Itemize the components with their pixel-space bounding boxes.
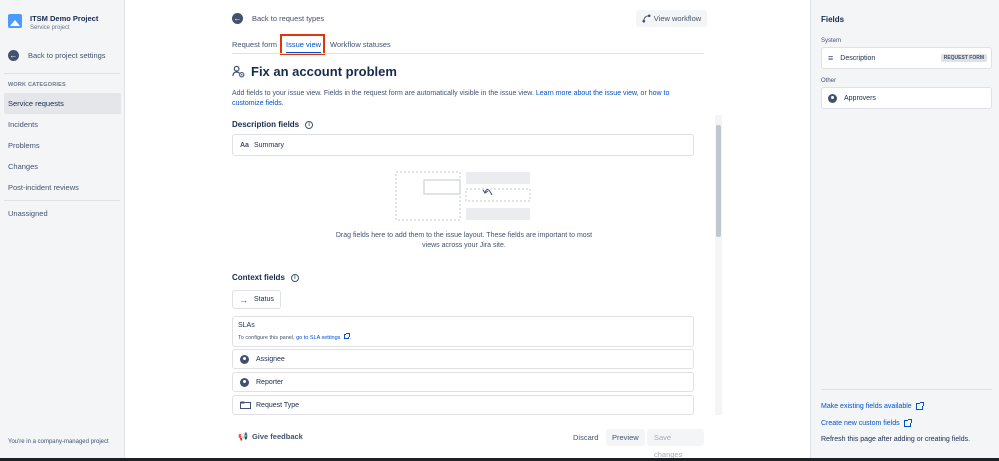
company-managed-note: You're in a company-managed project xyxy=(8,439,109,445)
description-text: Add fields to your issue view. Fields in… xyxy=(232,90,536,97)
sidebar-divider xyxy=(4,73,120,74)
give-feedback-label: Give feedback xyxy=(251,432,303,441)
give-feedback-button[interactable]: 📢 Give feedback xyxy=(238,432,303,441)
request-form-badge: REQUEST FORM xyxy=(940,54,987,62)
context-fields-heading: Context fields i xyxy=(232,273,299,282)
description-text: , or xyxy=(636,90,649,97)
status-field-label: Status xyxy=(254,296,274,303)
person-icon xyxy=(240,377,249,387)
workflow-icon xyxy=(642,14,651,23)
info-icon[interactable]: i xyxy=(305,120,314,129)
megaphone-icon: 📢 xyxy=(238,432,248,441)
slas-title: SLAs xyxy=(238,322,255,329)
status-field[interactable]: → Status xyxy=(232,290,281,309)
left-sidebar: ITSM Demo Project Service project ← Back… xyxy=(0,0,125,461)
create-custom-fields-link[interactable]: Create new custom fields xyxy=(821,419,912,427)
person-icon xyxy=(828,93,837,103)
external-link-icon xyxy=(903,419,912,427)
drop-zone-text: Drag fields here to add them to the issu… xyxy=(335,232,593,249)
other-heading: Other xyxy=(821,78,837,84)
page-title: Fix an account problem xyxy=(232,64,397,79)
make-existing-fields-label: Make existing fields available xyxy=(821,403,912,410)
back-to-project-settings-label: Back to project settings xyxy=(28,51,106,60)
learn-more-issue-view-link[interactable]: Learn more about the issue view xyxy=(536,90,637,97)
approvers-field-item[interactable]: Approvers xyxy=(821,87,992,109)
sla-settings-link[interactable]: go to SLA settings xyxy=(296,335,340,341)
external-link-icon xyxy=(344,333,351,339)
sidebar-item-post-incident-reviews[interactable]: Post-incident reviews xyxy=(4,177,121,198)
description-fields-heading: Description fields i xyxy=(232,120,314,129)
work-categories-heading: WORK CATEGORIES xyxy=(8,82,66,88)
account-problem-icon xyxy=(232,65,245,78)
system-heading: System xyxy=(821,38,842,44)
back-to-request-types-label: Back to request types xyxy=(252,14,325,23)
save-changes-button[interactable]: Save changes xyxy=(647,429,704,459)
preview-button[interactable]: Preview xyxy=(606,429,645,446)
summary-field-label: Summary xyxy=(254,141,284,149)
external-link-icon xyxy=(915,402,924,410)
text-field-icon: Aa xyxy=(240,141,249,149)
project-type: Service project xyxy=(30,25,70,31)
create-custom-fields-label: Create new custom fields xyxy=(821,420,900,427)
back-to-project-settings-link[interactable]: ← Back to project settings xyxy=(8,50,106,61)
assignee-field[interactable]: Assignee xyxy=(232,349,694,369)
sidebar-item-unassigned[interactable]: Unassigned xyxy=(8,209,48,218)
back-to-request-types-link[interactable]: ← Back to request types xyxy=(232,13,324,24)
info-icon[interactable]: i xyxy=(290,273,299,282)
sla-config-prefix: To configure this panel, xyxy=(238,335,297,341)
issue-layout-panel: Description fields i Aa Summary Drag fie… xyxy=(232,115,722,415)
sidebar-divider xyxy=(4,200,120,201)
tabs-divider xyxy=(232,53,704,54)
description-field-label: Description xyxy=(840,54,876,62)
project-header[interactable]: ITSM Demo Project Service project xyxy=(8,14,98,31)
scrollbar[interactable] xyxy=(715,115,722,415)
description-text: . xyxy=(281,100,284,107)
fields-panel: Fields System ≡ Description REQUEST FORM… xyxy=(810,0,999,461)
page-title-text: Fix an account problem xyxy=(251,64,397,79)
fields-panel-title: Fields xyxy=(821,15,845,24)
reporter-field-label: Reporter xyxy=(256,378,284,386)
view-workflow-button[interactable]: View workflow xyxy=(636,10,707,27)
lines-icon: ≡ xyxy=(828,53,834,63)
sidebar-item-changes[interactable]: Changes xyxy=(4,156,121,177)
sidebar-item-incidents[interactable]: Incidents xyxy=(4,114,121,135)
arrow-right-icon: → xyxy=(239,294,248,305)
request-type-field-label: Request Type xyxy=(256,401,300,409)
person-icon xyxy=(240,354,249,364)
arrow-left-icon: ← xyxy=(8,50,19,61)
request-type-field[interactable]: Request Type xyxy=(232,395,694,415)
fields-panel-divider xyxy=(821,389,992,390)
work-categories-nav: Service requests Incidents Problems Chan… xyxy=(4,93,121,198)
drop-zone-illustration-icon xyxy=(395,171,531,221)
view-workflow-label: View workflow xyxy=(653,14,702,23)
description-fields-title: Description fields xyxy=(232,120,300,129)
approvers-field-label: Approvers xyxy=(844,94,876,102)
request-type-icon xyxy=(240,401,251,409)
sidebar-item-problems[interactable]: Problems xyxy=(4,135,121,156)
footer-bar: 📢 Give feedback Discard Preview Save cha… xyxy=(232,429,704,459)
page-description: Add fields to your issue view. Fields in… xyxy=(232,89,702,109)
discard-button[interactable]: Discard xyxy=(567,429,604,446)
main-content: ← Back to request types View workflow Re… xyxy=(125,0,810,461)
sla-config-text: To configure this panel, go to SLA setti… xyxy=(238,333,688,341)
project-name: ITSM Demo Project xyxy=(30,14,99,23)
make-existing-fields-link[interactable]: Make existing fields available xyxy=(821,402,924,410)
assignee-field-label: Assignee xyxy=(256,355,285,363)
description-field-item[interactable]: ≡ Description REQUEST FORM xyxy=(821,47,992,69)
summary-field[interactable]: Aa Summary xyxy=(232,134,694,156)
sidebar-item-service-requests[interactable]: Service requests xyxy=(4,93,121,114)
tab-workflow-statuses[interactable]: Workflow statuses xyxy=(330,40,391,54)
issue-view-tab-highlight xyxy=(280,34,325,55)
refresh-note: Refresh this page after adding or creati… xyxy=(821,436,971,443)
arrow-left-icon: ← xyxy=(232,13,243,24)
context-fields-title: Context fields xyxy=(232,273,285,282)
slas-panel[interactable]: SLAs To configure this panel, go to SLA … xyxy=(232,316,694,347)
scrollbar-thumb[interactable] xyxy=(716,125,721,237)
tab-request-form[interactable]: Request form xyxy=(232,40,277,54)
reporter-field[interactable]: Reporter xyxy=(232,372,694,392)
project-avatar-icon xyxy=(8,14,22,28)
